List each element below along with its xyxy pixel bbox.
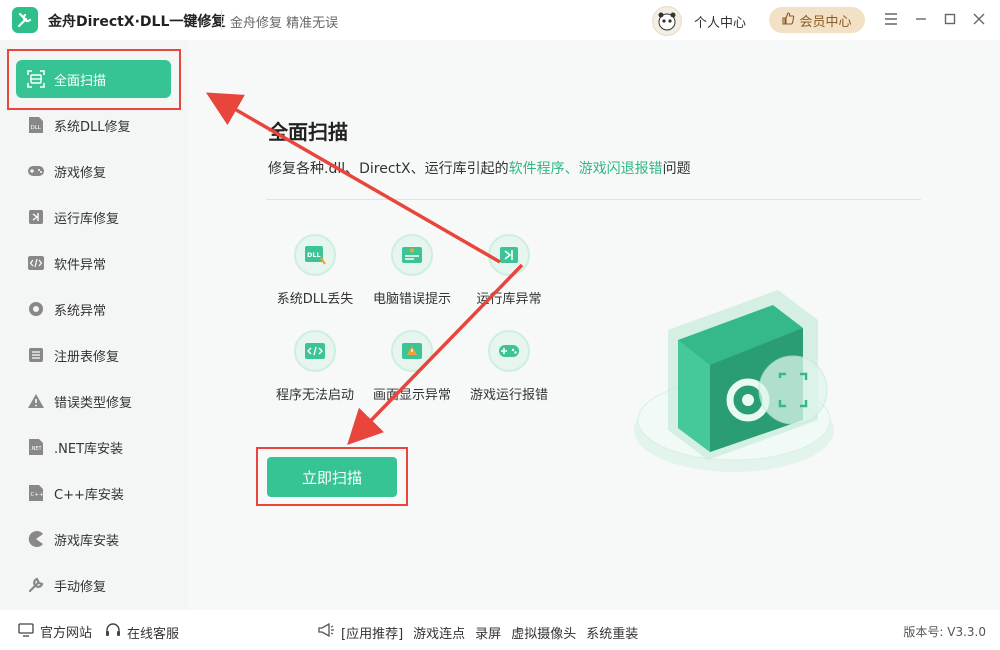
main-area: 全面扫描 DLL 系统DLL修复 游戏修复 运行库修复 软件异常 系统异常 注册… bbox=[0, 40, 1000, 610]
sidebar-item-error-type-repair[interactable]: 错误类型修复 bbox=[16, 382, 171, 420]
app-title: 金舟DirectX·DLL一键修复 bbox=[48, 14, 226, 30]
official-site-link[interactable]: 官方网站 bbox=[18, 622, 92, 641]
sidebar-item-dll-repair[interactable]: DLL 系统DLL修复 bbox=[16, 106, 171, 144]
app-subtitle: 金舟修复 精准无误 bbox=[230, 16, 339, 31]
title-divider bbox=[221, 10, 222, 30]
page-title: 全面扫描 bbox=[268, 120, 348, 144]
thumbs-up-icon bbox=[782, 11, 795, 29]
sidebar-item-label: .NET库安装 bbox=[54, 441, 124, 457]
sidebar-item-label: 游戏库安装 bbox=[54, 533, 120, 549]
net-icon: .NET bbox=[26, 437, 46, 457]
feature-label: 游戏运行报错 bbox=[469, 388, 548, 403]
description-text: 修复各种.dll、DirectX、运行库引起的 bbox=[268, 161, 509, 177]
vip-center-button[interactable]: 会员中心 bbox=[769, 7, 865, 33]
footer-link-auto-click[interactable]: 游戏连点 bbox=[413, 623, 465, 642]
sidebar-item-label: 软件异常 bbox=[54, 257, 107, 273]
runtime-icon bbox=[26, 207, 46, 227]
feature-label: 运行库异常 bbox=[476, 292, 542, 307]
dll-file-icon: DLL bbox=[294, 234, 336, 276]
online-service-label: 在线客服 bbox=[127, 626, 180, 642]
wrench-icon bbox=[26, 575, 46, 595]
vs-runtime-icon bbox=[488, 234, 530, 276]
feature-game-run-error: 游戏运行报错 bbox=[464, 330, 554, 403]
megaphone-icon bbox=[317, 622, 335, 642]
svg-text:.NET: .NET bbox=[30, 446, 42, 452]
online-service-link[interactable]: 在线客服 bbox=[105, 622, 179, 642]
sidebar-item-label: 错误类型修复 bbox=[54, 395, 133, 411]
menu-icon[interactable] bbox=[882, 10, 900, 28]
sidebar: 全面扫描 DLL 系统DLL修复 游戏修复 运行库修复 软件异常 系统异常 注册… bbox=[0, 40, 188, 610]
feature-label: 系统DLL丢失 bbox=[276, 292, 354, 307]
code-window-icon bbox=[294, 330, 336, 372]
sidebar-item-label: 手动修复 bbox=[54, 579, 107, 595]
description-suffix: 问题 bbox=[662, 161, 691, 177]
sidebar-item-software-error[interactable]: 软件异常 bbox=[16, 244, 171, 282]
page-description: 修复各种.dll、DirectX、运行库引起的软件程序、游戏闪退报错问题 bbox=[268, 158, 691, 178]
annotation-box-scan-button bbox=[256, 447, 408, 506]
pacman-icon bbox=[26, 529, 46, 549]
feature-pc-error-prompt: 电脑错误提示 bbox=[367, 234, 457, 307]
app-logo-icon bbox=[12, 7, 38, 33]
avatar[interactable] bbox=[652, 6, 682, 36]
sidebar-item-net-install[interactable]: .NET .NET库安装 bbox=[16, 428, 171, 466]
app-recommend-label: [应用推荐] bbox=[341, 626, 404, 642]
footer: 官方网站 在线客服 [应用推荐] 游戏连点 录屏 虚拟摄像头 系统重装 版本号:… bbox=[0, 610, 1000, 650]
feature-label: 程序无法启动 bbox=[275, 388, 354, 403]
title-bar: 金舟DirectX·DLL一键修复 金舟修复 精准无误 个人中心 会员中心 bbox=[0, 0, 1000, 40]
annotation-box-sidebar bbox=[7, 49, 181, 110]
svg-text:C++: C++ bbox=[31, 492, 44, 498]
sidebar-item-registry-repair[interactable]: 注册表修复 bbox=[16, 336, 171, 374]
maximize-icon[interactable] bbox=[941, 10, 959, 28]
sidebar-item-label: 运行库修复 bbox=[54, 211, 120, 227]
footer-link-virtual-camera[interactable]: 虚拟摄像头 bbox=[511, 623, 576, 642]
monitor-icon bbox=[18, 622, 34, 641]
sidebar-item-game-repair[interactable]: 游戏修复 bbox=[16, 152, 171, 190]
sidebar-item-label: 系统异常 bbox=[54, 303, 107, 319]
content-panel: 全面扫描 修复各种.dll、DirectX、运行库引起的软件程序、游戏闪退报错问… bbox=[188, 40, 1000, 610]
sidebar-item-system-error[interactable]: 系统异常 bbox=[16, 290, 171, 328]
sidebar-item-cpp-install[interactable]: C++ C++库安装 bbox=[16, 474, 171, 512]
divider bbox=[266, 199, 921, 200]
list-icon bbox=[26, 345, 46, 365]
sidebar-item-runtime-repair[interactable]: 运行库修复 bbox=[16, 198, 171, 236]
footer-link-system-reinstall[interactable]: 系统重装 bbox=[586, 623, 638, 642]
gamepad-icon bbox=[488, 330, 530, 372]
cpp-icon: C++ bbox=[26, 483, 46, 503]
sidebar-item-game-lib-install[interactable]: 游戏库安装 bbox=[16, 520, 171, 558]
version-text: 版本号: V3.3.0 bbox=[903, 625, 986, 639]
feature-label: 电脑错误提示 bbox=[372, 292, 451, 307]
warning-icon bbox=[26, 391, 46, 411]
official-site-label: 官方网站 bbox=[40, 626, 93, 641]
headset-icon bbox=[105, 622, 121, 642]
feature-runtime-error: 运行库异常 bbox=[464, 234, 554, 307]
dll-icon: DLL bbox=[26, 115, 46, 135]
footer-link-screen-record[interactable]: 录屏 bbox=[475, 623, 501, 642]
feature-label: 画面显示异常 bbox=[372, 388, 451, 403]
scan-illustration bbox=[628, 270, 848, 490]
sidebar-item-label: 注册表修复 bbox=[54, 349, 120, 365]
feature-program-cannot-start: 程序无法启动 bbox=[270, 330, 360, 403]
gamepad-icon bbox=[26, 161, 46, 181]
close-icon[interactable] bbox=[970, 10, 988, 28]
sidebar-item-label: 系统DLL修复 bbox=[54, 119, 131, 135]
feature-display-error: 画面显示异常 bbox=[367, 330, 457, 403]
footer-links: [应用推荐] 游戏连点 录屏 虚拟摄像头 系统重装 bbox=[317, 622, 638, 642]
sidebar-item-label: 游戏修复 bbox=[54, 165, 107, 181]
svg-text:DLL: DLL bbox=[307, 251, 321, 259]
svg-text:DLL: DLL bbox=[31, 125, 42, 131]
sidebar-item-manual-repair[interactable]: 手动修复 bbox=[16, 566, 171, 604]
description-highlight: 软件程序、游戏闪退报错 bbox=[508, 161, 663, 177]
error-window-icon bbox=[391, 234, 433, 276]
user-center-link[interactable]: 个人中心 bbox=[694, 12, 746, 31]
gear-icon bbox=[26, 299, 46, 319]
display-warning-icon bbox=[391, 330, 433, 372]
feature-dll-missing: DLL 系统DLL丢失 bbox=[270, 234, 360, 307]
minimize-icon[interactable] bbox=[912, 10, 930, 28]
sidebar-item-label: C++库安装 bbox=[54, 487, 124, 503]
code-icon bbox=[26, 253, 46, 273]
vip-center-label: 会员中心 bbox=[799, 14, 852, 30]
